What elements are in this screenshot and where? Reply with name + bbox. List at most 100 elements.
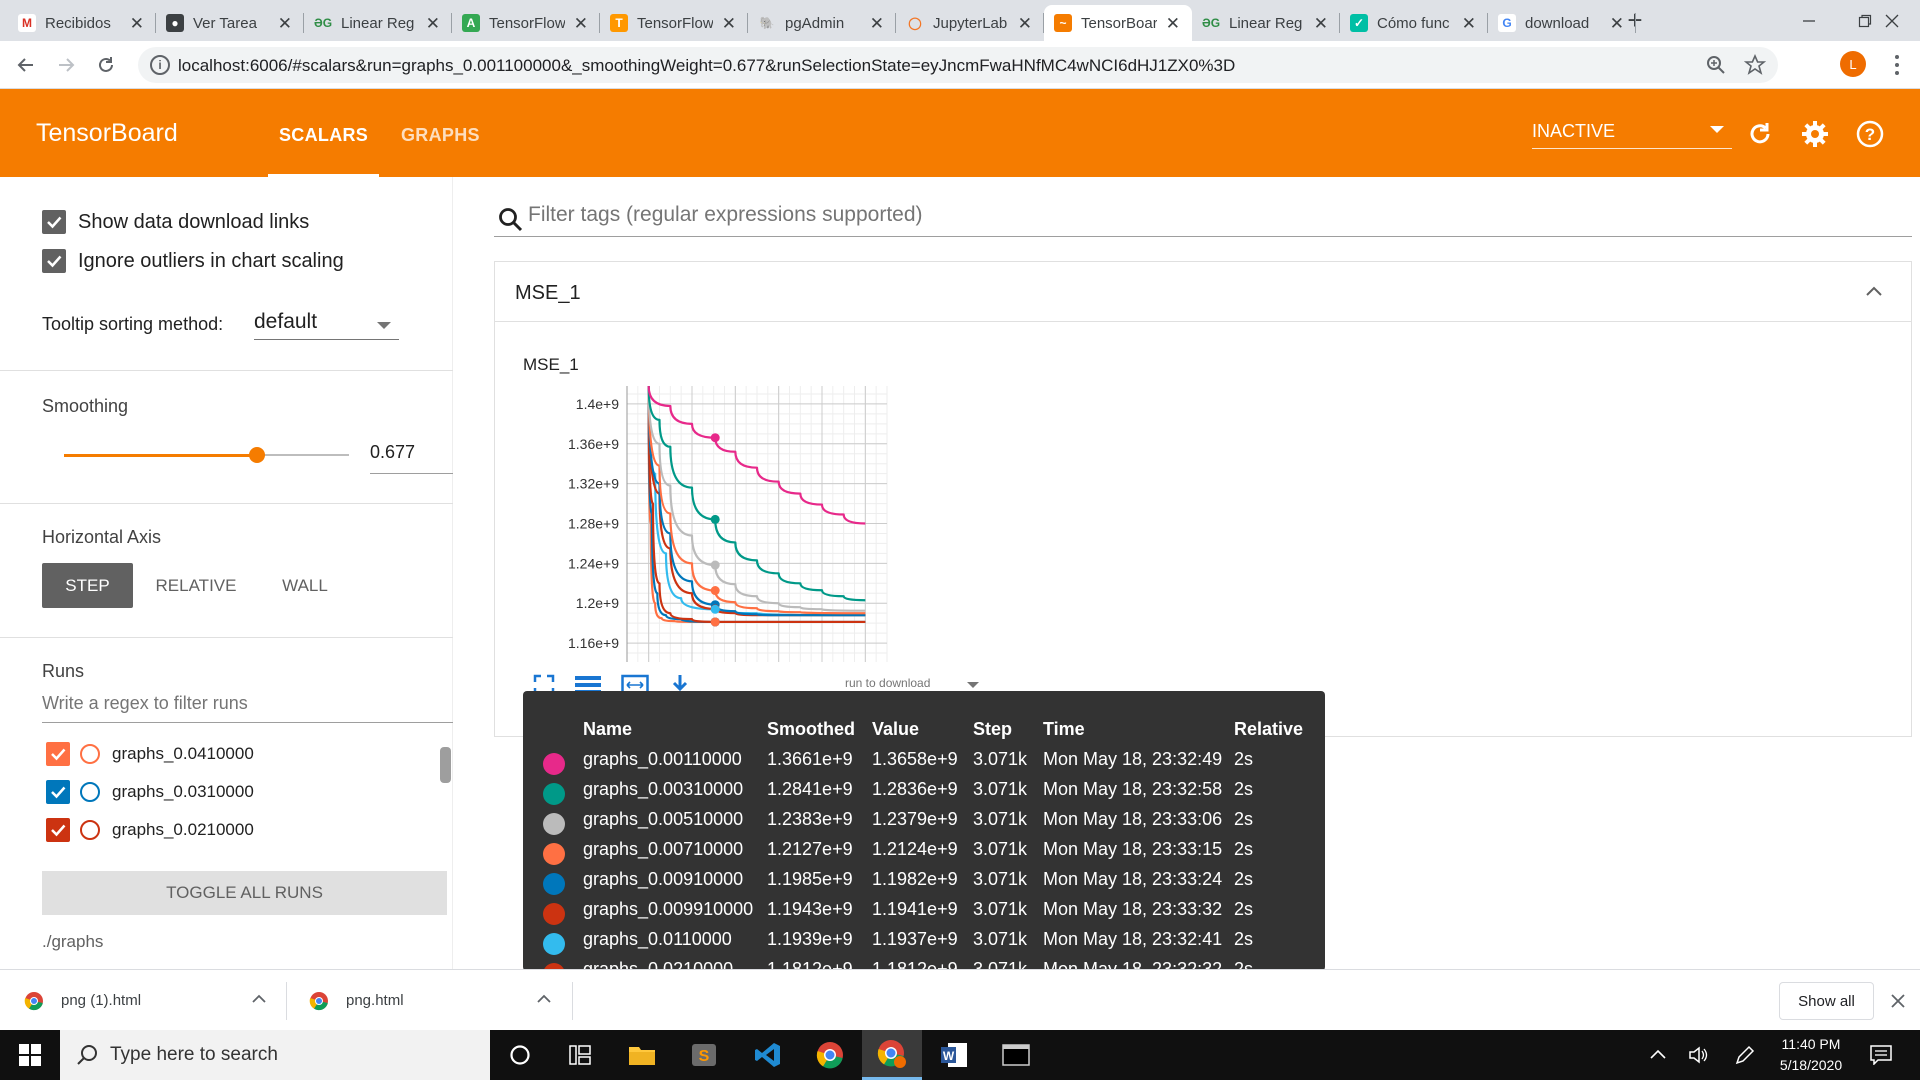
show-all-downloads-button[interactable]: Show all [1779, 982, 1874, 1020]
browser-tab[interactable]: ◯ JupyterLab ✕ [896, 5, 1044, 41]
refresh-button[interactable] [1745, 119, 1775, 149]
close-tab-icon[interactable]: ✕ [574, 14, 588, 34]
chevron-up-icon[interactable] [1650, 1048, 1666, 1060]
terminal-button[interactable] [986, 1030, 1046, 1080]
download-item[interactable]: png.html [309, 970, 559, 1031]
browser-tab[interactable]: M Recibidos ✕ [8, 5, 156, 41]
close-tab-icon[interactable]: ✕ [722, 14, 736, 34]
bookmark-star-icon[interactable] [1744, 54, 1766, 76]
help-button[interactable]: ? [1855, 119, 1885, 149]
info-icon[interactable]: i [150, 55, 170, 75]
browser-tab[interactable]: A TensorFlow ✕ [452, 5, 600, 41]
browser-tab-title: TensorBoard [1081, 14, 1157, 32]
axis-step-button[interactable]: STEP [42, 563, 133, 608]
tooltip-value: 1.2124e+9 [872, 839, 958, 859]
volume-icon[interactable] [1688, 1045, 1710, 1065]
smoothing-slider-knob[interactable] [249, 447, 265, 463]
profile-avatar[interactable]: L [1840, 51, 1866, 77]
axis-wall-button[interactable]: WALL [262, 563, 348, 608]
tab-graphs[interactable]: GRAPHS [401, 125, 480, 146]
close-tab-icon[interactable]: ✕ [870, 14, 884, 34]
browser-tab[interactable]: 🐘 pgAdmin ✕ [748, 5, 896, 41]
run-color-radio[interactable] [80, 820, 100, 840]
sublime-button[interactable]: S [674, 1030, 734, 1080]
tooltip-row: graphs_0.00510000 1.2383e+9 1.2379e+9 3.071… [523, 809, 1325, 839]
tooltip-value: 1.1941e+9 [872, 899, 958, 919]
url-text[interactable]: localhost:6006/#scalars&run=graphs_0.001… [178, 56, 1235, 76]
word-button[interactable]: W [924, 1030, 984, 1080]
tag-filter-input[interactable]: Filter tags (regular expressions support… [494, 197, 1912, 237]
smoothing-slider-fill [64, 454, 257, 457]
run-color-radio[interactable] [80, 782, 100, 802]
back-button[interactable] [10, 49, 42, 81]
runs-filter-input[interactable]: Write a regex to filter runs [42, 693, 453, 723]
close-tab-icon[interactable]: ✕ [1610, 14, 1624, 34]
close-tab-icon[interactable]: ✕ [278, 14, 292, 34]
browser-tab[interactable]: ~ TensorBoard ✕ [1044, 5, 1192, 41]
run-color-radio[interactable] [80, 744, 100, 764]
chevron-up-icon[interactable] [1865, 284, 1883, 298]
taskbar-clock[interactable]: 11:40 PM 5/18/2020 [1766, 1034, 1856, 1076]
svg-text:?: ? [1865, 125, 1875, 144]
close-window-button[interactable] [1864, 0, 1920, 41]
tensorboard-logo[interactable]: TensorBoard [36, 119, 178, 148]
close-icon[interactable] [1891, 994, 1905, 1008]
tooltip-step: 3.071k [973, 809, 1028, 829]
smoothing-input[interactable]: 0.677 [370, 442, 453, 474]
close-tab-icon[interactable]: ✕ [426, 14, 440, 34]
task-view-button[interactable] [550, 1030, 610, 1080]
close-tab-icon[interactable]: ✕ [1314, 14, 1328, 34]
chrome-profile-taskbar-button[interactable] [862, 1030, 922, 1080]
runs-scrollbar[interactable] [440, 747, 451, 783]
pen-icon[interactable] [1734, 1044, 1756, 1066]
close-tab-icon[interactable]: ✕ [1018, 14, 1032, 34]
minimize-button[interactable] [1781, 0, 1837, 41]
series-point [710, 560, 720, 570]
series-point [710, 617, 720, 627]
menu-dots-icon[interactable] [1894, 54, 1900, 76]
taskbar-search[interactable]: Type here to search [60, 1030, 490, 1080]
checkbox-checked-icon[interactable] [46, 742, 70, 766]
notifications-icon[interactable] [1870, 1045, 1892, 1065]
file-explorer-button[interactable] [612, 1030, 672, 1080]
close-tab-icon[interactable]: ✕ [130, 14, 144, 34]
download-item[interactable]: png (1).html [24, 970, 274, 1031]
browser-tab[interactable]: Gdownload ✕ [1488, 5, 1636, 41]
zoom-icon[interactable] [1706, 55, 1726, 75]
run-status-dropdown[interactable]: INACTIVE [1532, 121, 1732, 149]
tooltip-sorting-label: Tooltip sorting method: [42, 314, 224, 334]
cortana-button[interactable] [490, 1030, 550, 1080]
reload-button[interactable] [90, 49, 122, 81]
axis-relative-button[interactable]: RELATIVE [143, 563, 249, 608]
browser-tab[interactable]: ✓ Cómo func ✕ [1340, 5, 1488, 41]
show-download-links-checkbox[interactable]: Show data download links [42, 210, 309, 234]
address-bar[interactable]: i localhost:6006/#scalars&run=graphs_0.0… [138, 47, 1778, 83]
checkbox-checked-icon [42, 210, 66, 234]
chevron-up-icon[interactable] [537, 994, 551, 1004]
forward-button[interactable] [50, 49, 82, 81]
run-item[interactable]: graphs_0.0310000 [46, 780, 254, 804]
card-header[interactable]: MSE_1 [495, 262, 1911, 322]
toggle-all-runs-button[interactable]: TOGGLE ALL RUNS [42, 871, 447, 915]
run-item[interactable]: graphs_0.0210000 [46, 818, 254, 842]
browser-tab[interactable]: ƏG Linear Reg ✕ [304, 5, 452, 41]
tab-scalars[interactable]: SCALARS [279, 125, 368, 146]
start-button[interactable] [0, 1030, 60, 1080]
close-tab-icon[interactable]: ✕ [1166, 14, 1180, 34]
scalar-chart[interactable]: 1.4e+9 1.36e+9 1.32e+9 1.28e+9 1.24e+9 1.2e+9… [515, 362, 915, 662]
run-item[interactable]: graphs_0.0410000 [46, 742, 254, 766]
chevron-up-icon[interactable] [252, 994, 266, 1004]
browser-tab[interactable]: ● Ver Tarea ✕ [156, 5, 304, 41]
close-tab-icon[interactable]: ✕ [1462, 14, 1476, 34]
series-color-dot [543, 903, 565, 925]
tooltip-sorting-select[interactable]: default [254, 310, 399, 340]
vscode-button[interactable] [738, 1030, 798, 1080]
minimize-icon [1803, 19, 1815, 22]
browser-tab[interactable]: T TensorFlow ✕ [600, 5, 748, 41]
browser-tab[interactable]: ƏG Linear Reg ✕ [1192, 5, 1340, 41]
checkbox-checked-icon[interactable] [46, 818, 70, 842]
checkbox-checked-icon[interactable] [46, 780, 70, 804]
settings-button[interactable] [1800, 119, 1830, 149]
chrome-taskbar-button[interactable] [800, 1030, 860, 1080]
ignore-outliers-checkbox[interactable]: Ignore outliers in chart scaling [42, 249, 344, 273]
